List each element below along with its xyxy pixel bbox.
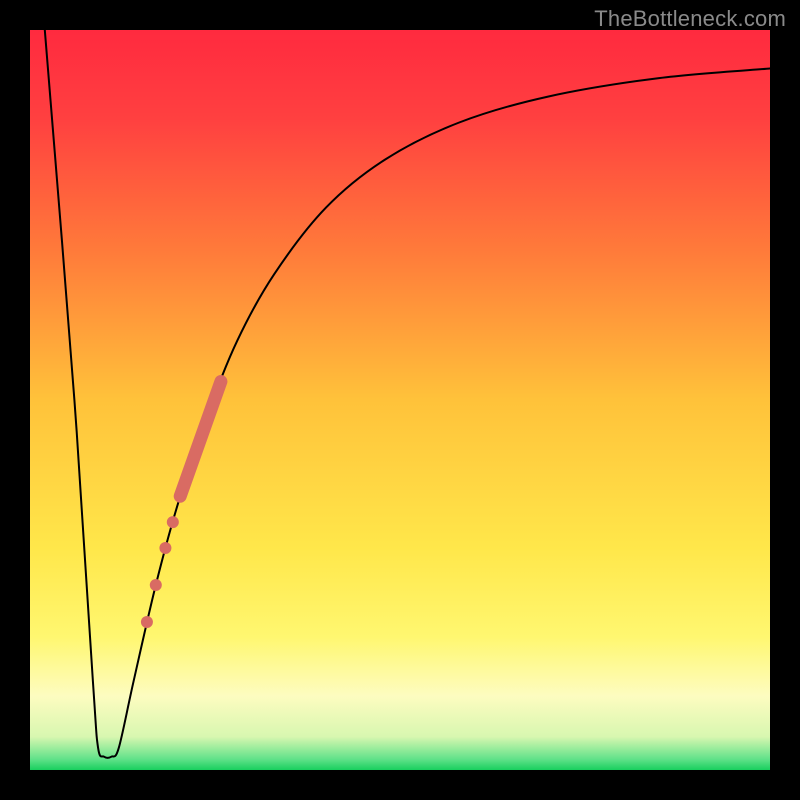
highlight-dot xyxy=(141,616,153,628)
highlight-dot xyxy=(150,579,162,591)
plot-area xyxy=(30,30,770,770)
chart-frame: TheBottleneck.com xyxy=(0,0,800,800)
gradient-background xyxy=(30,30,770,770)
chart-svg xyxy=(30,30,770,770)
highlight-dot xyxy=(159,542,171,554)
highlight-dot xyxy=(167,516,179,528)
watermark-text: TheBottleneck.com xyxy=(594,6,786,32)
